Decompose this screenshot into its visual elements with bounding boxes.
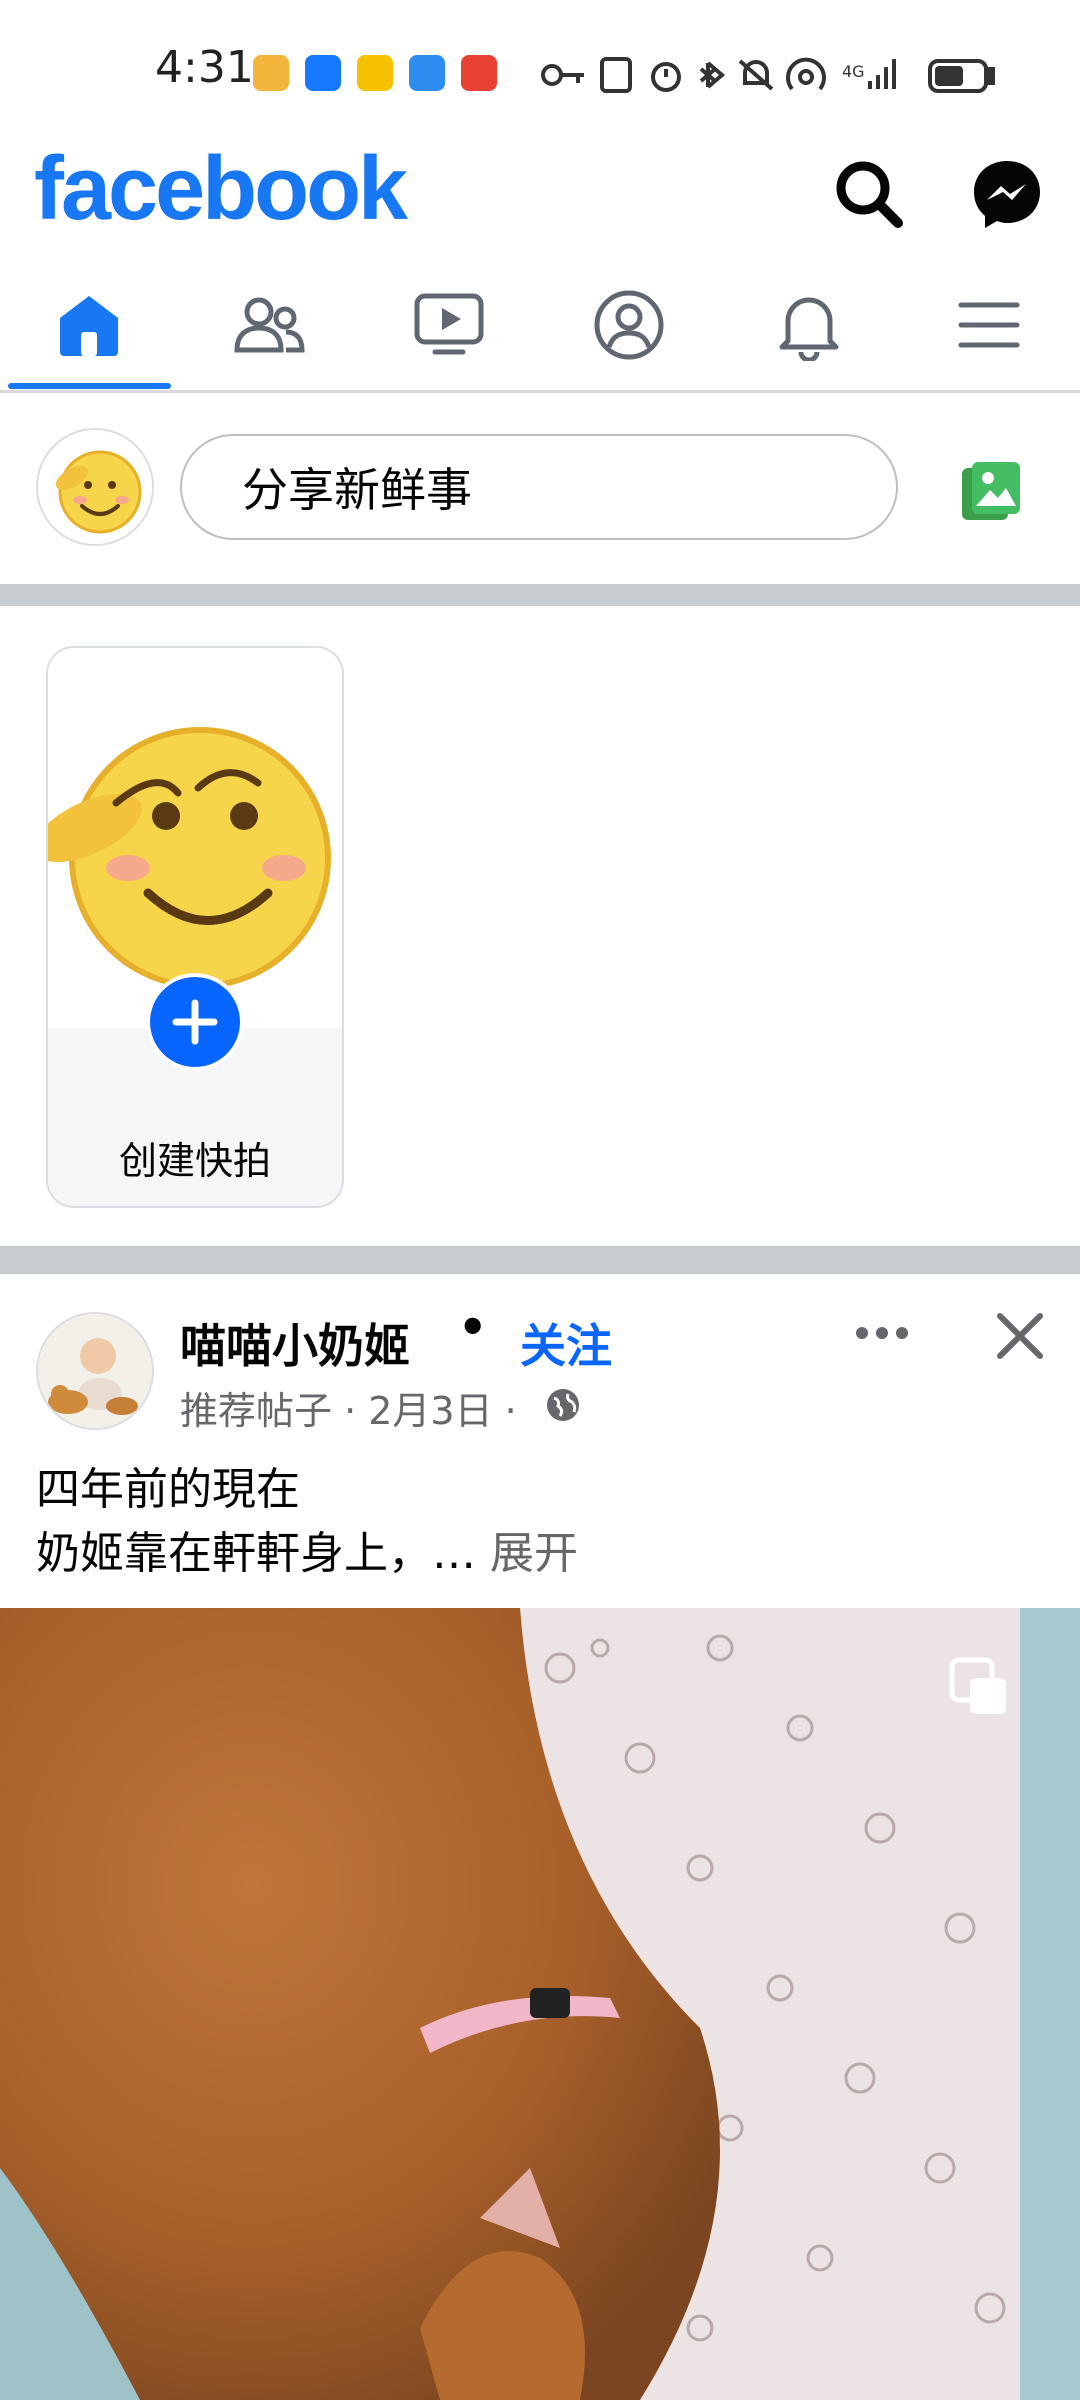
tab-menu[interactable]	[904, 260, 1074, 390]
tab-notifications[interactable]	[724, 260, 894, 390]
story-cover-image	[48, 648, 342, 1028]
add-story-button[interactable]	[150, 977, 240, 1067]
tab-friends[interactable]	[184, 260, 354, 390]
shop-app-icon	[409, 55, 445, 91]
more-icon	[856, 1327, 908, 1339]
target-app-icon	[253, 55, 289, 91]
post-author-avatar[interactable]	[36, 1312, 154, 1430]
separator-dot: •	[458, 1300, 488, 1354]
hide-post-button[interactable]	[988, 1304, 1052, 1368]
main-nav	[0, 260, 1080, 393]
messenger-icon	[974, 161, 1040, 228]
post-author-name[interactable]: 喵喵小奶姬	[180, 1310, 410, 1376]
post-meta: 推荐帖子 · 2月3日 ·	[180, 1389, 517, 1433]
home-icon	[60, 296, 118, 356]
create-story-card[interactable]	[46, 646, 344, 1208]
search-button[interactable]	[830, 155, 908, 233]
photo-icon	[962, 462, 1020, 520]
menu-icon	[958, 302, 1020, 348]
notifications-icon	[779, 297, 839, 361]
cat-photo	[0, 1608, 1080, 2400]
post-text-line: 四年前的現在	[36, 1464, 300, 1515]
whats-on-your-mind-input[interactable]: 分享新鲜事	[180, 434, 898, 540]
post-text: 四年前的現在 奶姬靠在軒軒身上，… 展开	[36, 1458, 578, 1586]
system-status-icons: 4G	[541, 57, 995, 93]
photo-button[interactable]	[958, 458, 1024, 524]
video-icon	[414, 293, 484, 355]
avatar[interactable]	[36, 428, 154, 546]
more-options-button[interactable]	[846, 1308, 918, 1358]
profile-icon	[594, 290, 664, 360]
plus-icon	[172, 999, 218, 1045]
tab-home[interactable]	[4, 260, 174, 390]
close-icon	[997, 1313, 1043, 1359]
active-tab-indicator	[8, 383, 171, 389]
tab-profile[interactable]	[544, 260, 714, 390]
post-photo[interactable]	[0, 1608, 1080, 2400]
status-bar: 4:31 4G	[0, 0, 1080, 140]
tab-video[interactable]	[364, 260, 534, 390]
mail-app-icon	[357, 55, 393, 91]
create-story-label: 创建快拍	[118, 1139, 271, 1183]
baby-and-cat-photo	[38, 1314, 152, 1428]
messenger-button[interactable]	[968, 155, 1046, 233]
salute-emoji-avatar	[38, 430, 152, 544]
follow-button[interactable]: 关注	[520, 1310, 612, 1376]
friends-icon	[234, 297, 305, 353]
globe-icon	[547, 1389, 579, 1421]
post-text-truncated: 奶姬靠在軒軒身上，…	[36, 1528, 476, 1579]
section-divider	[0, 584, 1080, 606]
facebook-logo[interactable]: facebook	[34, 138, 408, 241]
expand-link[interactable]: 展开	[490, 1528, 578, 1579]
status-time: 4:31	[155, 42, 254, 93]
svg-text:4G: 4G	[842, 62, 865, 81]
search-icon	[836, 161, 903, 228]
post-text-line: 奶姬靠在軒軒身上，… 展开	[36, 1522, 578, 1586]
section-divider	[0, 1246, 1080, 1274]
alert-app-icon	[461, 55, 497, 91]
alipay-icon	[305, 55, 341, 91]
multi-photo-icon	[949, 1657, 1006, 1714]
